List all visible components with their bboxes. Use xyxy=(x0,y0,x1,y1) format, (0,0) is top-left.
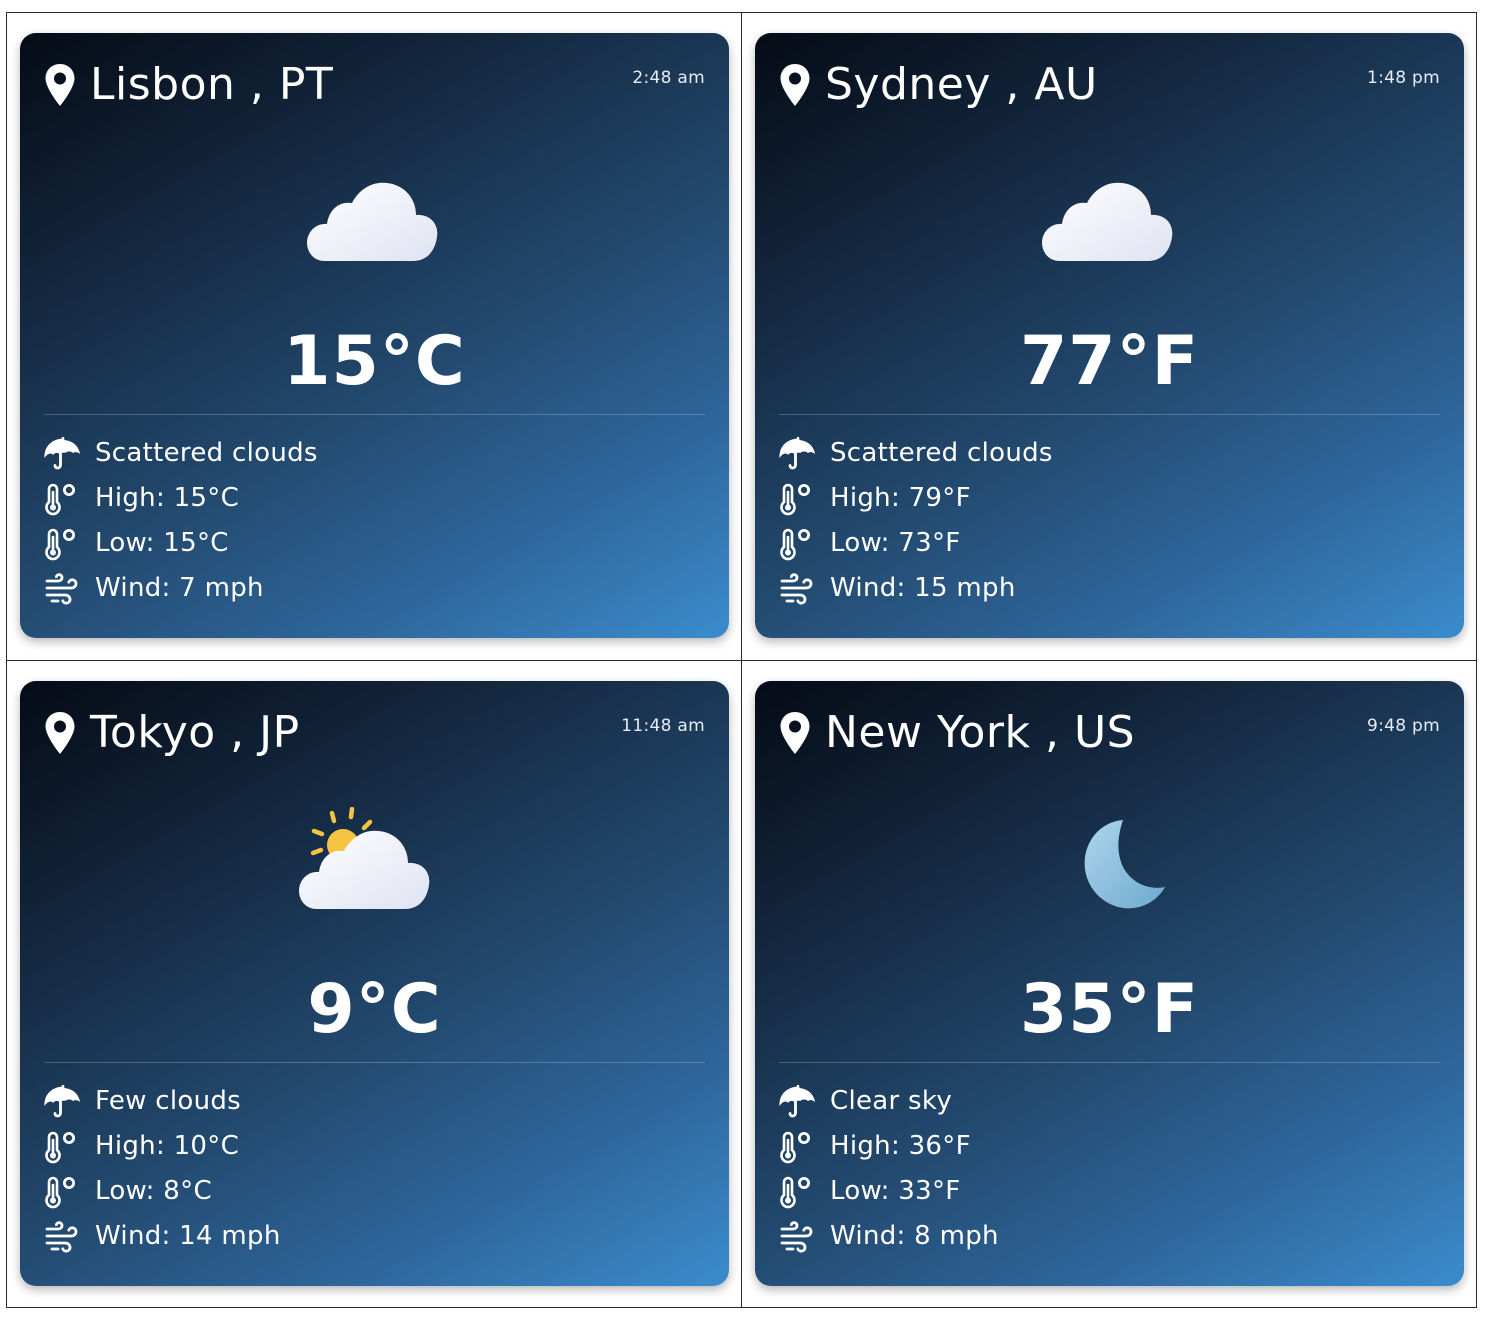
thermometer-icon xyxy=(779,1175,817,1209)
city-name: Tokyo , JP xyxy=(90,707,300,758)
umbrella-icon xyxy=(779,1085,817,1119)
umbrella-icon xyxy=(44,437,82,471)
umbrella-icon xyxy=(779,437,817,471)
wind-row: Wind: 15 mph xyxy=(779,566,1440,611)
weather-details: Few clouds High: 10°C Low: 8°C Wind: 14 … xyxy=(44,1079,705,1259)
thermometer-icon xyxy=(779,527,817,561)
weather-card-tokyo: Tokyo , JP 11:48 am 9°C Few clouds High:… xyxy=(20,681,729,1286)
condition-text: Clear sky xyxy=(830,1086,953,1116)
divider xyxy=(779,1062,1440,1063)
city-name: New York , US xyxy=(825,707,1136,758)
thermometer-icon xyxy=(779,482,817,516)
condition-text: Scattered clouds xyxy=(830,438,1053,468)
divider xyxy=(779,414,1440,415)
weather-details: Scattered clouds High: 79°F Low: 73°F Wi… xyxy=(779,431,1440,611)
local-time: 11:48 am xyxy=(621,716,705,736)
location-pin-icon xyxy=(44,711,76,755)
low-text: Low: 15°C xyxy=(95,528,229,558)
high-text: High: 15°C xyxy=(95,483,240,513)
weather-grid: Lisbon , PT 2:48 am 15°C Scattered cloud… xyxy=(6,12,1477,1308)
card-header: New York , US 9:48 pm xyxy=(779,707,1440,765)
weather-details: Scattered clouds High: 15°C Low: 15°C Wi… xyxy=(44,431,705,611)
weather-details: Clear sky High: 36°F Low: 33°F Wind: 8 m… xyxy=(779,1079,1440,1259)
local-time: 2:48 am xyxy=(632,68,705,88)
temperature: 9°C xyxy=(307,970,442,1049)
cloud-icon xyxy=(1041,182,1172,261)
sun-cloud-icon xyxy=(298,807,429,909)
weather-card-sydney: Sydney , AU 1:48 pm 77°F Scattered cloud… xyxy=(755,33,1464,638)
divider xyxy=(44,1062,705,1063)
thermometer-icon xyxy=(44,1175,82,1209)
low-row: Low: 33°F xyxy=(779,1169,1440,1214)
low-text: Low: 73°F xyxy=(830,528,961,558)
low-row: Low: 8°C xyxy=(44,1169,705,1214)
grid-cell: Sydney , AU 1:48 pm 77°F Scattered cloud… xyxy=(742,13,1477,661)
umbrella-icon xyxy=(44,1085,82,1119)
low-text: Low: 8°C xyxy=(95,1176,212,1206)
thermometer-icon xyxy=(44,1130,82,1164)
high-row: High: 15°C xyxy=(44,476,705,521)
wind-text: Wind: 15 mph xyxy=(830,573,1016,603)
grid-cell: New York , US 9:48 pm 35°F Clear sky Hig… xyxy=(742,661,1477,1308)
local-time: 1:48 pm xyxy=(1366,68,1440,88)
temperature: 15°C xyxy=(283,322,466,401)
wind-row: Wind: 7 mph xyxy=(44,566,705,611)
low-row: Low: 15°C xyxy=(44,521,705,566)
wind-icon xyxy=(44,1220,82,1254)
thermometer-icon xyxy=(44,482,82,516)
card-header: Tokyo , JP 11:48 am xyxy=(44,707,705,765)
moon-icon xyxy=(1084,820,1165,909)
wind-icon xyxy=(779,1220,817,1254)
condition-text: Scattered clouds xyxy=(95,438,318,468)
condition-row: Scattered clouds xyxy=(779,431,1440,476)
wind-row: Wind: 14 mph xyxy=(44,1214,705,1259)
grid-cell: Lisbon , PT 2:48 am 15°C Scattered cloud… xyxy=(7,13,742,661)
thermometer-icon xyxy=(44,527,82,561)
condition-row: Scattered clouds xyxy=(44,431,705,476)
high-row: High: 10°C xyxy=(44,1124,705,1169)
wind-text: Wind: 7 mph xyxy=(95,573,264,603)
condition-row: Few clouds xyxy=(44,1079,705,1124)
temperature: 77°F xyxy=(1019,322,1200,401)
weather-card-lisbon: Lisbon , PT 2:48 am 15°C Scattered cloud… xyxy=(20,33,729,638)
temperature: 35°F xyxy=(1019,970,1200,1049)
wind-icon xyxy=(779,572,817,606)
city-name: Sydney , AU xyxy=(825,59,1098,110)
high-row: High: 79°F xyxy=(779,476,1440,521)
location-pin-icon xyxy=(779,711,811,755)
weather-card-new-york: New York , US 9:48 pm 35°F Clear sky Hig… xyxy=(755,681,1464,1286)
local-time: 9:48 pm xyxy=(1366,716,1440,736)
wind-icon xyxy=(44,572,82,606)
card-header: Sydney , AU 1:48 pm xyxy=(779,59,1440,117)
thermometer-icon xyxy=(779,1130,817,1164)
location-pin-icon xyxy=(779,63,811,107)
city-name: Lisbon , PT xyxy=(90,59,334,110)
high-text: High: 10°C xyxy=(95,1131,240,1161)
wind-text: Wind: 14 mph xyxy=(95,1221,281,1251)
wind-row: Wind: 8 mph xyxy=(779,1214,1440,1259)
location-pin-icon xyxy=(44,63,76,107)
low-row: Low: 73°F xyxy=(779,521,1440,566)
cloud-icon xyxy=(306,182,437,261)
low-text: Low: 33°F xyxy=(830,1176,961,1206)
wind-text: Wind: 8 mph xyxy=(830,1221,999,1251)
condition-text: Few clouds xyxy=(95,1086,242,1116)
card-header: Lisbon , PT 2:48 am xyxy=(44,59,705,117)
divider xyxy=(44,414,705,415)
high-row: High: 36°F xyxy=(779,1124,1440,1169)
grid-cell: Tokyo , JP 11:48 am 9°C Few clouds High:… xyxy=(7,661,742,1308)
condition-row: Clear sky xyxy=(779,1079,1440,1124)
high-text: High: 36°F xyxy=(830,1131,971,1161)
high-text: High: 79°F xyxy=(830,483,971,513)
